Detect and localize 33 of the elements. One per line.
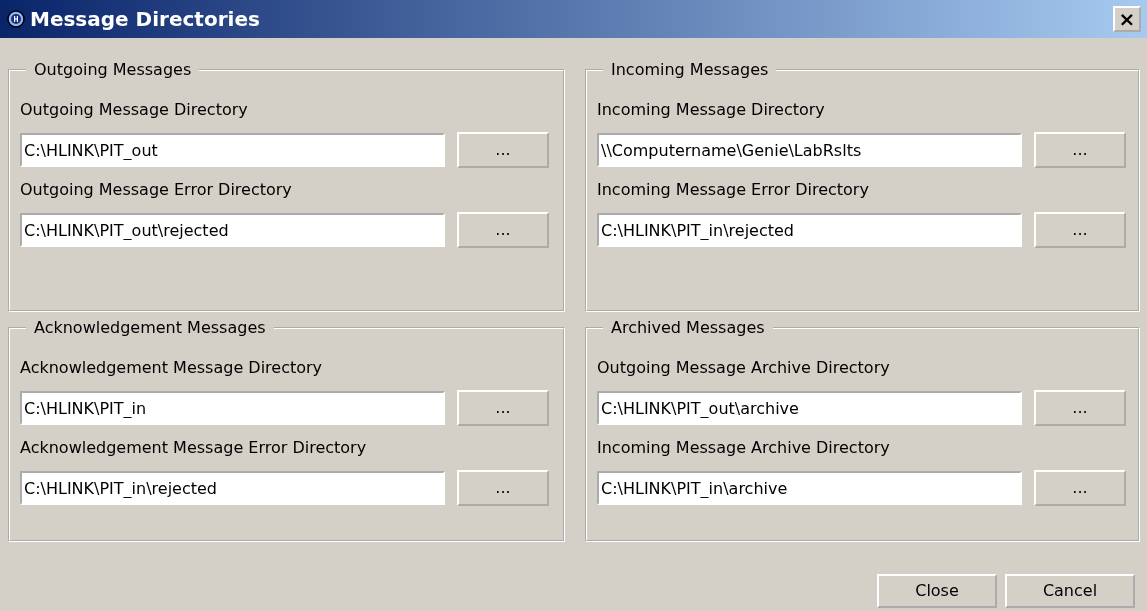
field-label: Incoming Message Error Directory bbox=[597, 179, 870, 201]
directory-field[interactable]: C:\HLINK\PIT_out bbox=[20, 133, 445, 167]
directory-field[interactable]: C:\HLINK\PIT_in\rejected bbox=[20, 471, 445, 505]
browse-button[interactable]: ... bbox=[1034, 132, 1126, 168]
directory-field[interactable]: \\Computername\Genie\LabRslts bbox=[597, 133, 1022, 167]
browse-button[interactable]: ... bbox=[457, 132, 549, 168]
app-icon bbox=[6, 9, 26, 29]
directory-field[interactable]: C:\HLINK\PIT_out\archive bbox=[597, 391, 1022, 425]
field-label: Outgoing Message Directory bbox=[20, 99, 249, 121]
group-title: Outgoing Messages bbox=[33, 62, 193, 78]
browse-button[interactable]: ... bbox=[1034, 470, 1126, 506]
window-title: Message Directories bbox=[30, 6, 261, 33]
field-label: Incoming Message Archive Directory bbox=[597, 437, 891, 459]
directory-field[interactable]: C:\HLINK\PIT_in bbox=[20, 391, 445, 425]
directory-field[interactable]: C:\HLINK\PIT_out\rejected bbox=[20, 213, 445, 247]
field-label: Outgoing Message Archive Directory bbox=[597, 357, 891, 379]
close-dialog-button[interactable]: Close bbox=[877, 574, 997, 608]
browse-button[interactable]: ... bbox=[457, 212, 549, 248]
group-title: Archived Messages bbox=[610, 320, 766, 336]
directory-field[interactable]: C:\HLINK\PIT_in\archive bbox=[597, 471, 1022, 505]
close-button[interactable]: × bbox=[1113, 6, 1141, 32]
group-title: Incoming Messages bbox=[610, 62, 770, 78]
directory-field[interactable]: C:\HLINK\PIT_in\rejected bbox=[597, 213, 1022, 247]
browse-button[interactable]: ... bbox=[1034, 390, 1126, 426]
group-title: Acknowledgement Messages bbox=[33, 320, 267, 336]
browse-button[interactable]: ... bbox=[457, 390, 549, 426]
browse-button[interactable]: ... bbox=[457, 470, 549, 506]
field-label: Acknowledgement Message Directory bbox=[20, 357, 324, 379]
field-label: Acknowledgement Message Error Directory bbox=[20, 437, 368, 459]
browse-button[interactable]: ... bbox=[1034, 212, 1126, 248]
field-label: Incoming Message Directory bbox=[597, 99, 826, 121]
cancel-button[interactable]: Cancel bbox=[1005, 574, 1135, 608]
field-label: Outgoing Message Error Directory bbox=[20, 179, 293, 201]
